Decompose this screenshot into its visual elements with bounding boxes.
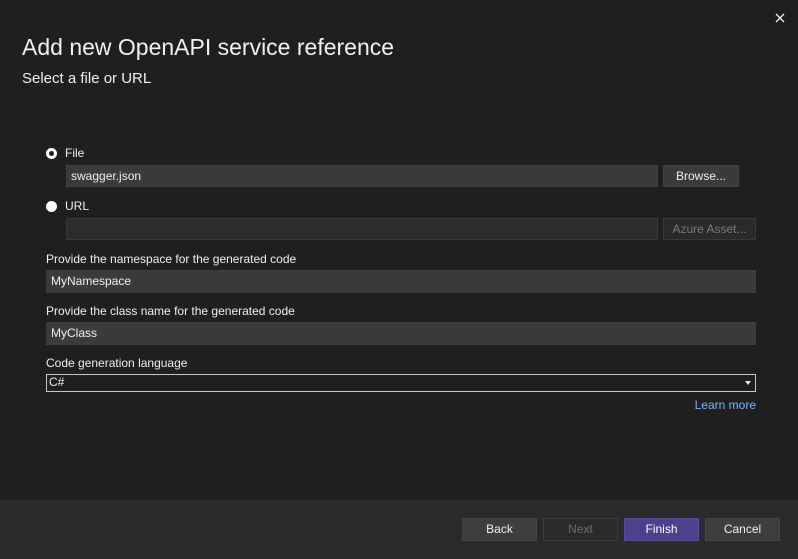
url-radio-option[interactable]: URL — [46, 199, 89, 213]
finish-button[interactable]: Finish — [624, 518, 699, 541]
next-button[interactable]: Next — [543, 518, 618, 541]
cancel-button[interactable]: Cancel — [705, 518, 780, 541]
file-radio-option[interactable]: File — [46, 146, 84, 160]
dialog-title: Add new OpenAPI service reference — [22, 34, 395, 60]
namespace-label: Provide the namespace for the generated … — [46, 252, 297, 266]
browse-button[interactable]: Browse... — [663, 165, 739, 187]
url-input[interactable] — [66, 218, 658, 240]
namespace-input[interactable]: MyNamespace — [46, 270, 756, 293]
back-button[interactable]: Back — [462, 518, 537, 541]
file-path-input[interactable]: swagger.json — [66, 165, 658, 187]
language-selected-value: C# — [49, 375, 65, 389]
language-select[interactable]: C# — [46, 374, 756, 392]
language-label: Code generation language — [46, 356, 188, 370]
close-icon — [775, 13, 785, 23]
dialog-subtitle: Select a file or URL — [22, 70, 152, 87]
learn-more-link[interactable]: Learn more — [695, 398, 756, 412]
classname-label: Provide the class name for the generated… — [46, 304, 295, 318]
chevron-down-icon — [745, 381, 751, 385]
azure-asset-button[interactable]: Azure Asset... — [663, 218, 756, 240]
url-radio-button[interactable] — [46, 200, 57, 212]
openapi-dialog: Add new OpenAPI service reference Select… — [0, 0, 798, 559]
url-radio-label: URL — [65, 199, 90, 213]
dialog-footer: Back Next Finish Cancel — [0, 500, 798, 559]
close-button[interactable] — [770, 8, 790, 28]
file-radio-label: File — [65, 146, 85, 160]
file-radio-button[interactable] — [46, 147, 57, 159]
classname-input[interactable]: MyClass — [46, 322, 756, 345]
